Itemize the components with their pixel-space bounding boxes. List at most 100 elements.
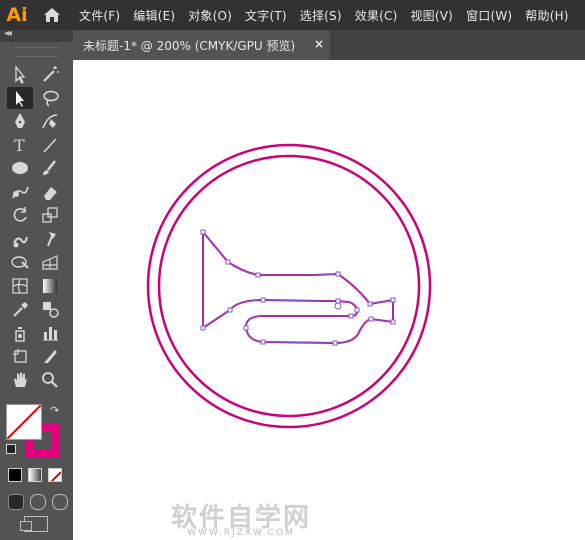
tools-panel-header: ◂◂ <box>0 28 73 42</box>
slice-icon <box>44 350 57 363</box>
menu-item[interactable]: 视图(V) <box>410 7 453 24</box>
zoom-icon <box>42 371 58 388</box>
shaper-tool[interactable] <box>7 181 33 203</box>
menu-item[interactable]: 编辑(E) <box>133 7 175 24</box>
fill-swatch[interactable] <box>6 404 42 440</box>
curvature-icon <box>42 114 58 129</box>
shaper-icon <box>12 186 29 198</box>
close-tab-icon[interactable]: × <box>314 37 324 51</box>
menu-item[interactable]: 文件(F) <box>79 7 120 24</box>
line-segment-icon <box>43 137 57 153</box>
zoom-tool[interactable] <box>37 369 63 391</box>
gradient-tool[interactable] <box>37 275 63 297</box>
line-segment-tool[interactable] <box>37 134 63 156</box>
anchor-point[interactable] <box>367 301 373 307</box>
direct-selection-tool[interactable] <box>7 63 33 85</box>
drawing-modes <box>8 494 68 510</box>
rotate-icon <box>13 207 27 222</box>
home-icon[interactable] <box>41 4 63 26</box>
anchor-point[interactable] <box>255 272 261 278</box>
menu-bar: Ai 文件(F) 编辑(E) 对象(O) 文字(T) 选择(S) 效果(C) 视图(V) 窗口… <box>0 0 585 30</box>
inner-circle[interactable] <box>157 154 421 418</box>
anchor-point[interactable] <box>332 340 338 346</box>
draw-inside-icon[interactable] <box>52 494 68 510</box>
anchor-point[interactable] <box>260 297 266 303</box>
gradient-mode-icon[interactable] <box>28 468 42 482</box>
anchor-point[interactable] <box>354 307 360 313</box>
anchor-point[interactable] <box>390 297 396 303</box>
anchor-point[interactable] <box>335 298 341 304</box>
outer-circle[interactable] <box>146 143 432 429</box>
anchor-point[interactable] <box>368 316 374 322</box>
color-mode-buttons <box>8 468 68 482</box>
ellipse-tool[interactable] <box>7 157 33 179</box>
anchor-point[interactable] <box>334 302 342 310</box>
default-colors-icon[interactable] <box>6 444 16 454</box>
mesh-tool[interactable] <box>7 275 33 297</box>
menu-item[interactable]: 文字(T) <box>245 7 287 24</box>
scale-tool[interactable] <box>37 204 63 226</box>
blend-icon <box>43 302 59 318</box>
draw-normal-icon[interactable] <box>8 494 24 510</box>
symbol-sprayer-icon <box>15 326 25 342</box>
shape-builder-icon <box>11 256 29 269</box>
document-tab-bar: 未标题-1* @ 200% (CMYK/GPU 预览) × <box>73 30 585 60</box>
magic-wand-tool[interactable] <box>37 63 63 85</box>
document-tab-title: 未标题-1* @ 200% (CMYK/GPU 预览) <box>83 38 296 53</box>
app-logo: Ai <box>6 4 28 26</box>
menu-item[interactable]: 对象(O) <box>188 7 232 24</box>
puppet-warp-tool[interactable] <box>37 228 63 250</box>
eyedropper-icon <box>13 302 28 317</box>
swap-icon[interactable]: ↷ <box>50 404 59 417</box>
anchor-point[interactable] <box>225 259 231 265</box>
rotate-tool[interactable] <box>7 204 33 226</box>
warp-icon <box>13 236 28 247</box>
anchor-point[interactable] <box>260 339 266 345</box>
pen-tool[interactable] <box>7 110 33 132</box>
lasso-tool[interactable] <box>37 87 63 109</box>
fill-stroke-swatches[interactable]: ↷ <box>6 404 62 460</box>
paintbrush-tool[interactable] <box>37 157 63 179</box>
anchor-point[interactable] <box>390 319 396 325</box>
artboard-tool[interactable] <box>7 345 33 367</box>
anchor-point[interactable] <box>243 325 249 331</box>
paintbrush-icon <box>43 160 56 175</box>
type-icon: T <box>14 136 25 155</box>
menu-item[interactable]: 选择(S) <box>300 7 342 24</box>
panel-grip[interactable] <box>14 47 59 57</box>
column-graph-tool[interactable] <box>37 322 63 344</box>
curvature-tool[interactable] <box>37 110 63 132</box>
anchor-point[interactable] <box>200 229 206 235</box>
selection-tool[interactable] <box>7 86 33 109</box>
perspective-grid-icon <box>42 255 58 270</box>
direct-selection-icon <box>15 65 26 84</box>
draw-behind-icon[interactable] <box>30 494 46 510</box>
eraser-tool[interactable] <box>37 181 63 203</box>
color-icon[interactable] <box>8 468 22 482</box>
menu-item[interactable]: 效果(C) <box>355 7 398 24</box>
tools-panel: ◂◂ T ↷ <box>0 28 73 540</box>
artboard-canvas[interactable]: 软件自学网 WWW.RJZXW.COM <box>73 60 585 540</box>
menu-item[interactable]: 窗口(W) <box>466 7 512 24</box>
symbol-sprayer-tool[interactable] <box>7 322 33 344</box>
shape-builder-tool[interactable] <box>7 251 33 273</box>
type-tool[interactable]: T <box>7 134 33 156</box>
puppet-warp-icon <box>47 231 56 246</box>
anchor-point[interactable] <box>200 325 206 331</box>
anchor-point[interactable] <box>335 271 341 277</box>
anchor-point[interactable] <box>348 313 354 319</box>
slice-tool[interactable] <box>37 345 63 367</box>
menu-item[interactable]: 帮助(H) <box>525 7 568 24</box>
blend-tool[interactable] <box>37 298 63 320</box>
hand-tool[interactable] <box>7 369 33 391</box>
trumpet-path[interactable] <box>202 229 394 345</box>
warp-tool[interactable] <box>7 228 33 250</box>
eyedropper-tool[interactable] <box>7 298 33 320</box>
none-icon[interactable] <box>48 468 62 482</box>
collapse-icon[interactable]: ◂◂ <box>4 28 12 39</box>
document-tab[interactable]: 未标题-1* @ 200% (CMYK/GPU 预览) × <box>73 30 330 60</box>
perspective-grid-tool[interactable] <box>37 251 63 273</box>
screen-mode-icon[interactable] <box>20 516 48 532</box>
anchor-points <box>200 229 396 346</box>
anchor-point[interactable] <box>227 307 233 313</box>
